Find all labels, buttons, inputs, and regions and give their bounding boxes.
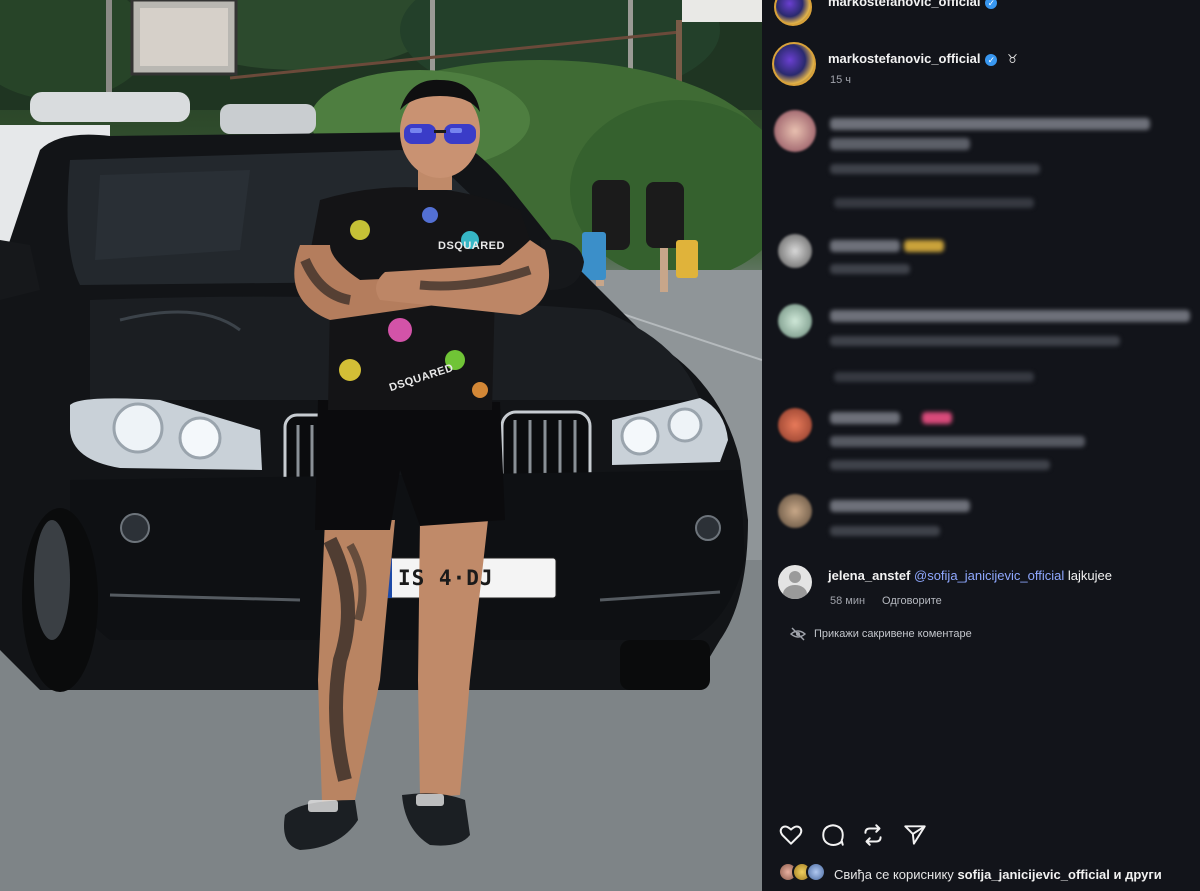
- comment-avatar[interactable]: [778, 304, 812, 338]
- comment-text: lajkujee: [1067, 568, 1112, 583]
- send-icon[interactable]: [902, 822, 928, 848]
- heart-icon[interactable]: [778, 822, 804, 848]
- comment-mention[interactable]: @sofija_janicijevic_official: [914, 568, 1064, 583]
- likes-suffix[interactable]: и други: [1114, 867, 1162, 882]
- eye-off-icon: [789, 626, 807, 642]
- likes-user[interactable]: sofija_janicijevic_official: [957, 867, 1109, 882]
- author-username[interactable]: markostefanovic_official ✓ ♉: [828, 51, 1018, 66]
- comment-icon[interactable]: [820, 822, 846, 848]
- comments-panel: markostefanovic_official ✓ markostefanovi…: [762, 0, 1200, 891]
- likes-summary: Свиђа се кориснику sofija_janicijevic_of…: [834, 867, 1162, 882]
- license-plate: IS 4·DJ: [398, 566, 494, 590]
- post-time: 15 ч: [830, 74, 852, 86]
- ghost-emoji-icon: ♉: [1007, 52, 1018, 66]
- comment-avatar[interactable]: [774, 110, 816, 152]
- header-username[interactable]: markostefanovic_official ✓: [828, 0, 998, 9]
- comment-avatar[interactable]: [778, 494, 812, 528]
- default-avatar-icon[interactable]: [778, 565, 812, 599]
- repost-icon[interactable]: [860, 822, 886, 848]
- comment-time: 58 мин: [830, 595, 866, 607]
- shirt-print-top: DSQUARED: [438, 240, 505, 252]
- verified-badge-icon: ✓: [985, 0, 998, 9]
- author-username-text[interactable]: markostefanovic_official: [828, 51, 980, 66]
- post-photo: DSQUARED DSQUARED IS 4·DJ: [0, 0, 762, 891]
- header-avatar[interactable]: [774, 0, 812, 26]
- show-hidden-comments-button[interactable]: Прикажи сакривене коментаре: [814, 628, 972, 640]
- verified-badge-icon: ✓: [985, 53, 998, 66]
- likes-prefix: Свиђа се кориснику: [834, 867, 954, 882]
- comment-reply-button[interactable]: Одговорите: [882, 595, 942, 607]
- comment-avatar[interactable]: [778, 408, 812, 442]
- comment-line: jelena_anstef @sofija_janicijevic_offici…: [828, 568, 1112, 583]
- photo-scene: [0, 0, 762, 891]
- author-avatar[interactable]: [772, 42, 816, 86]
- header-username-text[interactable]: markostefanovic_official: [828, 0, 980, 9]
- comment-avatar[interactable]: [778, 234, 812, 268]
- comment-username[interactable]: jelena_anstef: [828, 568, 910, 583]
